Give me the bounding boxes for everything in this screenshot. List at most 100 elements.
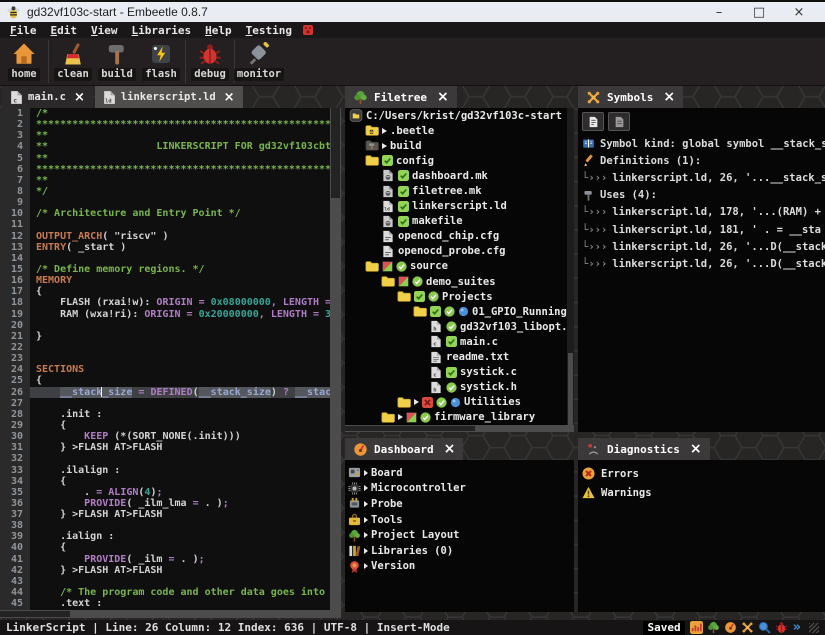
close-icon[interactable]: × xyxy=(444,441,456,457)
filetree-item-c-users-krist-gd32vf103c-start[interactable]: C:/Users/krist/gd32vf103c-start xyxy=(345,108,574,123)
dashboard-item-version[interactable]: Version xyxy=(345,559,574,575)
filetree-item-systick-c[interactable]: csystick.c xyxy=(345,365,574,380)
symbols-row[interactable]: └›››linkerscript.ld, 178, '...(RAM) + LE… xyxy=(578,204,825,221)
close-icon[interactable]: × xyxy=(663,89,675,105)
filetree-item-build[interactable]: build xyxy=(345,138,574,153)
file-cfg xyxy=(381,230,395,243)
filetree-item-label: makefile xyxy=(412,215,463,227)
filetree-item-config[interactable]: config xyxy=(345,153,574,168)
symbols-row[interactable]: └›››linkerscript.ld, 26, '...D(__stack_s… xyxy=(578,255,825,272)
menu-help[interactable]: Help xyxy=(199,24,238,37)
symbols-row[interactable]: └›››linkerscript.ld, 181, ' . = __sta xyxy=(578,221,825,238)
symbols-toolbar-button-2[interactable] xyxy=(608,112,630,131)
code-line: /* Define memory regions. */ xyxy=(30,264,330,275)
chevrons-icon[interactable]: » xyxy=(793,620,800,635)
flash-button[interactable]: flash xyxy=(139,38,183,85)
dashboard-item-project-layout[interactable]: Project Layout xyxy=(345,527,574,543)
diagnostics-tab[interactable]: Diagnostics × xyxy=(578,438,710,460)
filetree-item--beetle[interactable]: .beetle xyxy=(345,123,574,138)
menu-edit[interactable]: Edit xyxy=(45,24,84,37)
diagnostics-item-warnings[interactable]: Warnings xyxy=(578,482,825,501)
filetree-item-firmware-library[interactable]: firmware_library xyxy=(345,410,574,425)
dashboard-item-board[interactable]: Board xyxy=(345,465,574,481)
line-number: 13 xyxy=(0,242,30,253)
filetree-hscroll-thumb[interactable] xyxy=(345,426,475,431)
dashboard-tab[interactable]: Dashboard × xyxy=(345,438,463,460)
gauge-icon[interactable] xyxy=(724,621,737,634)
tri-badge-icon xyxy=(406,412,417,423)
symbols-toolbar-button-1[interactable] xyxy=(582,112,604,131)
editor-horizontal-scrollbar[interactable] xyxy=(0,610,341,618)
line-number: 15 xyxy=(0,264,30,275)
filetree-vscroll-thumb[interactable] xyxy=(568,353,573,428)
filetree-item-source[interactable]: source xyxy=(345,259,574,274)
filetree-item-utilities[interactable]: Utilities xyxy=(345,395,574,410)
diagnostics-item-errors[interactable]: Errors xyxy=(578,463,825,482)
debug-button[interactable]: debug xyxy=(188,38,232,85)
filetree-item-readme-txt[interactable]: readme.txt xyxy=(345,350,574,365)
dashboard-item-label: Probe xyxy=(371,498,403,510)
menu-file[interactable]: File xyxy=(4,24,43,37)
dashboard-item-probe[interactable]: Probe xyxy=(345,496,574,512)
expand-arrow-icon[interactable] xyxy=(382,128,387,134)
filetree-item-01-gpio-running-led[interactable]: 01_GPIO_Running_LED xyxy=(345,304,574,319)
filetree-item-demo-suites[interactable]: demo_suites xyxy=(345,274,574,289)
file-h: h xyxy=(429,381,443,394)
dashboard-item-tools[interactable]: Tools xyxy=(345,512,574,528)
clean-button[interactable]: clean xyxy=(51,38,95,85)
filetree-item-makefile[interactable]: makefile xyxy=(345,214,574,229)
filetree-item-projects[interactable]: Projects xyxy=(345,289,574,304)
filetree-horizontal-scrollbar[interactable] xyxy=(345,425,574,432)
editor-horizontal-scrollbar-thumb[interactable] xyxy=(0,611,70,617)
close-icon[interactable]: × xyxy=(437,89,449,105)
symbols-tab[interactable]: Symbols × xyxy=(578,86,683,108)
code-line xyxy=(30,453,330,464)
titlebar: gd32vf103c-start - Embeetle 0.8.7 –□× xyxy=(0,0,825,22)
maximize-button[interactable]: □ xyxy=(739,2,779,22)
filetree-item-main-c[interactable]: cmain.c xyxy=(345,334,574,349)
close-icon[interactable]: × xyxy=(690,441,702,457)
menu-libraries[interactable]: Libraries xyxy=(126,24,198,37)
build-button[interactable]: build xyxy=(95,38,139,85)
search-icon[interactable] xyxy=(758,621,771,634)
minimize-button[interactable]: – xyxy=(699,2,739,22)
symbols-row[interactable]: └›››linkerscript.ld, 26, '...__stack_siz… xyxy=(578,169,825,186)
menu-testing[interactable]: Testing xyxy=(240,24,298,37)
tree-icon[interactable] xyxy=(707,621,720,634)
lens-badge-icon xyxy=(458,306,469,317)
symbols-row[interactable]: └›››linkerscript.ld, 26, '...D(__stack_s… xyxy=(578,238,825,255)
menu-view[interactable]: View xyxy=(85,24,124,37)
filetree-item-dashboard-mk[interactable]: dashboard.mk xyxy=(345,168,574,183)
tab-main.c[interactable]: cmain.c× xyxy=(2,86,93,108)
close-icon[interactable]: × xyxy=(224,90,235,105)
monitor-button[interactable]: monitor xyxy=(237,38,281,85)
editor-vertical-scrollbar[interactable] xyxy=(330,108,341,610)
expand-arrow-icon[interactable] xyxy=(382,143,387,149)
code-line xyxy=(30,520,330,531)
filetree-item-filetree-mk[interactable]: filetree.mk xyxy=(345,183,574,198)
filetree-tab[interactable]: Filetree × xyxy=(345,86,457,108)
dashboard-item-microcontroller[interactable]: Microcontroller xyxy=(345,481,574,497)
resize-grip[interactable] xyxy=(809,623,819,633)
filetree-item-linkerscript-ld[interactable]: ldlinkerscript.ld xyxy=(345,199,574,214)
chart-icon[interactable] xyxy=(690,621,703,634)
filetree-item-openocd-chip-cfg[interactable]: openocd_chip.cfg xyxy=(345,229,574,244)
tab-linkerscript.ld[interactable]: ldlinkerscript.ld× xyxy=(95,86,243,108)
code-area[interactable]: /***************************************… xyxy=(30,108,330,610)
symbols-icon[interactable] xyxy=(741,621,754,634)
filetree-item-systick-h[interactable]: hsystick.h xyxy=(345,380,574,395)
filetree-item-openocd-probe-cfg[interactable]: openocd_probe.cfg xyxy=(345,244,574,259)
bug-icon[interactable] xyxy=(775,621,788,634)
editor-vertical-scrollbar-thumb[interactable] xyxy=(331,108,340,198)
book-icon xyxy=(582,137,595,150)
tab-label: linkerscript.ld xyxy=(121,91,216,103)
expand-arrow-icon[interactable] xyxy=(398,414,403,420)
filetree-vertical-scrollbar[interactable] xyxy=(567,108,574,432)
code-editor[interactable]: 1234567891011121314151617181920212223242… xyxy=(0,108,341,610)
filetree-item-gd32vf103-libopt-h[interactable]: hgd32vf103_libopt.h xyxy=(345,319,574,334)
expand-arrow-icon[interactable] xyxy=(414,399,419,405)
close-button[interactable]: × xyxy=(779,2,819,22)
close-icon[interactable]: × xyxy=(74,90,85,105)
home-button[interactable]: home xyxy=(2,38,46,85)
dashboard-item-libraries-0-[interactable]: Libraries (0) xyxy=(345,543,574,559)
